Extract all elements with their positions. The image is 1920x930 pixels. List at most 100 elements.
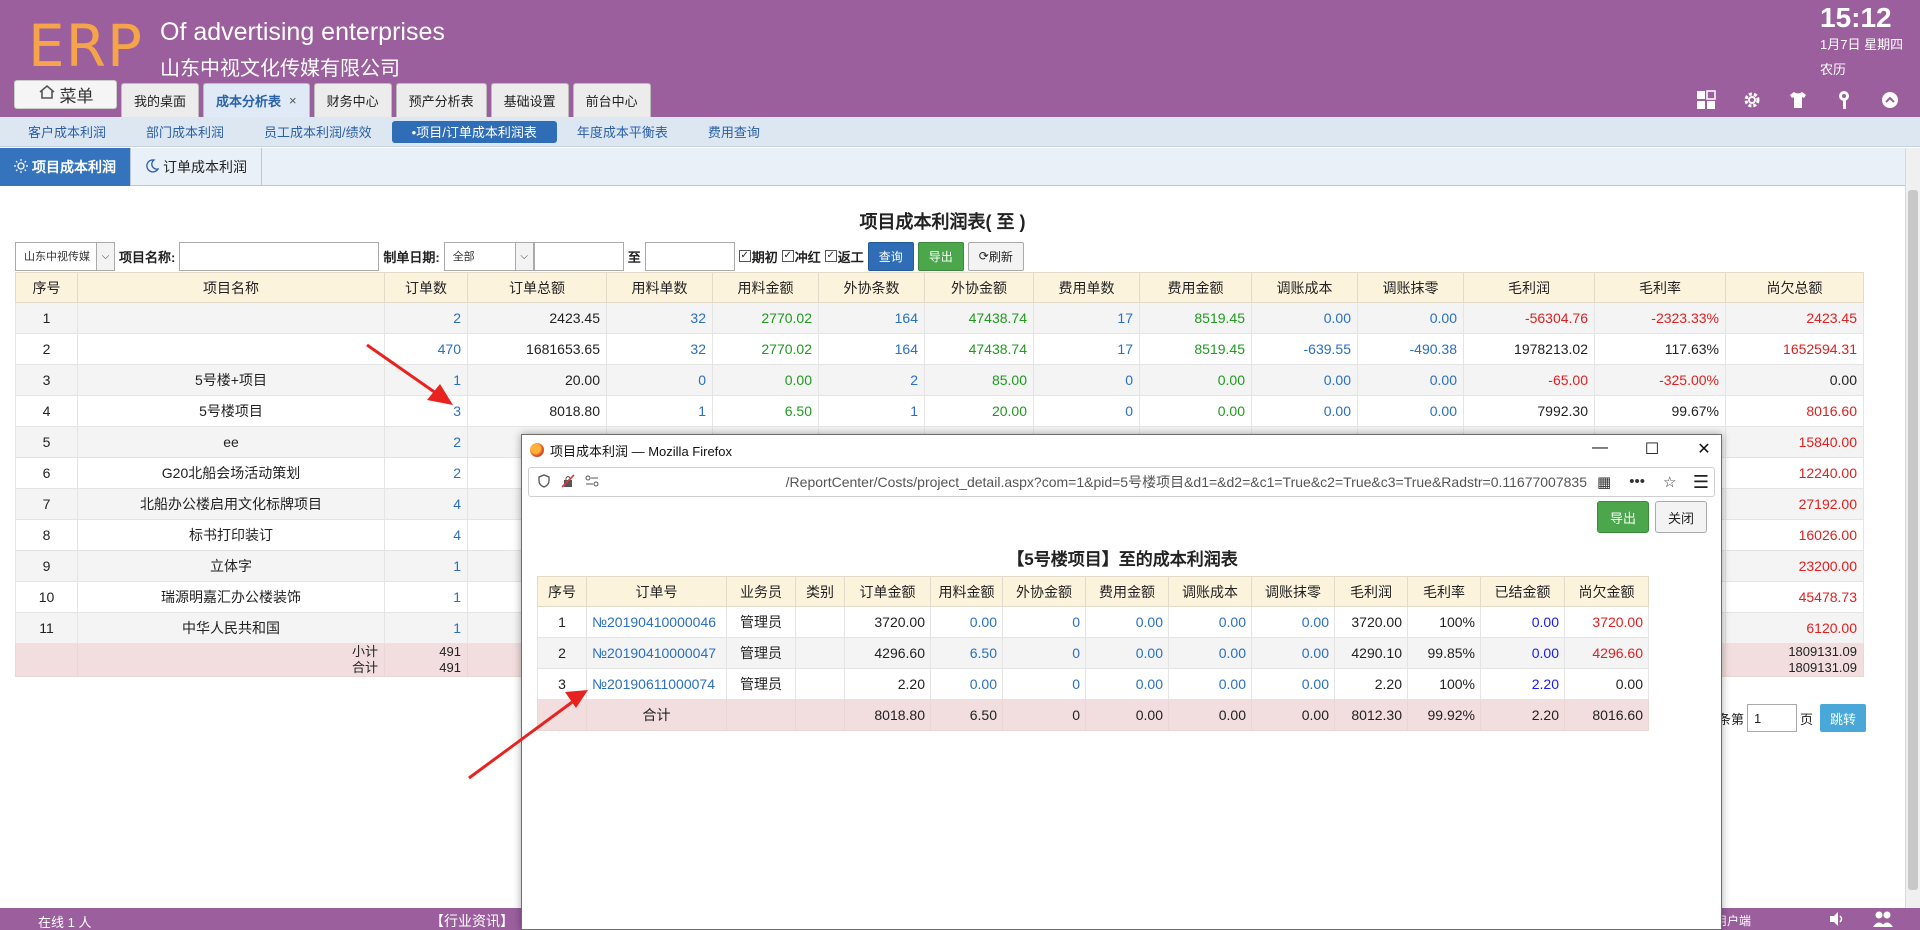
order-count-link[interactable]: 470 [384,333,468,365]
end-date-input[interactable] [644,241,735,271]
insecure-lock-icon[interactable] [561,473,575,491]
order-count-link[interactable]: 2 [384,302,468,334]
column-header[interactable]: 外协金额 [924,272,1034,303]
column-header[interactable]: 调账成本 [1168,576,1252,607]
order-count-link[interactable]: 4 [384,488,468,520]
tab-project-profit[interactable]: 项目成本利润 [0,148,131,186]
subnav-annual-balance[interactable]: 年度成本平衡表 [557,121,688,143]
order-number-link[interactable]: №20190410000047 [586,637,727,669]
hamburger-menu-icon[interactable]: ☰ [1693,472,1709,493]
checkbox-opening[interactable]: ✓ 期初 [738,247,778,266]
table-row[interactable]: 1 №20190410000046 管理员 3720.00 0.00 0 0.00 0.00 0… [537,606,1649,638]
column-header[interactable]: 费用金额 [1139,272,1252,303]
tab-finance-center[interactable]: 财务中心 [313,83,392,117]
column-header[interactable]: 序号 [15,272,78,303]
checkbox-reversal[interactable]: ✓ 冲红 [781,247,821,266]
maximize-button[interactable]: ☐ [1641,439,1663,459]
key-icon[interactable] [1832,88,1856,112]
column-header[interactable]: 订单金额 [844,576,931,607]
column-header[interactable]: 已结金额 [1480,576,1565,607]
column-header[interactable]: 订单号 [586,576,727,607]
column-header[interactable]: 用料单数 [606,272,713,303]
chevron-up-icon[interactable] [1878,88,1902,112]
date-type-select[interactable]: 全部 ⌵ [443,241,534,271]
export-button[interactable]: 导出 [917,241,964,271]
order-count-link[interactable]: 1 [384,612,468,644]
users-icon[interactable] [1872,910,1894,930]
qr-code-icon[interactable]: ▦ [1597,473,1611,491]
jump-button[interactable]: 跳转 [1820,704,1867,732]
gear-icon[interactable] [1740,88,1764,112]
column-header[interactable]: 项目名称 [77,272,385,303]
tab-cost-analysis[interactable]: 成本分析表 × [203,83,310,117]
order-number-link[interactable]: №20190611000074 [586,668,727,700]
subnav-project-order-profit[interactable]: •项目/订单成本利润表 [391,120,557,143]
column-header[interactable]: 外协金额 [1002,576,1086,607]
column-header[interactable]: 调账抹零 [1251,576,1335,607]
table-row[interactable]: 4 5号楼项目 3 8018.80 1 6.50 1 20.00 0 0.00 0.00 0.00 79… [15,395,1864,427]
address-bar[interactable]: /ReportCenter/Costs/project_detail.aspx?… [528,467,1715,497]
subnav-customer-profit[interactable]: 客户成本利润 [8,121,126,143]
order-count-link[interactable]: 1 [384,364,468,396]
column-header[interactable]: 用料金额 [930,576,1003,607]
window-titlebar[interactable]: 项目成本利润 — Mozilla Firefox — ☐ ✕ [522,435,1721,465]
order-count-link[interactable]: 4 [384,519,468,551]
column-header[interactable]: 毛利润 [1463,272,1595,303]
column-header[interactable]: 尚欠金额 [1564,576,1649,607]
order-count-link[interactable]: 2 [384,457,468,489]
shield-icon[interactable] [537,473,551,491]
column-header[interactable]: 费用单数 [1033,272,1140,303]
start-date-input[interactable] [533,241,624,271]
page-scrollbar[interactable] [1905,148,1920,908]
checkbox-rework[interactable]: ✓ 返工 [824,247,864,266]
order-count-link[interactable]: 3 [384,395,468,427]
column-header[interactable]: 尚欠总额 [1725,272,1864,303]
table-row[interactable]: 2 470 1681653.65 32 2770.02 164 47438.74 17 8519… [15,333,1864,365]
order-count-link[interactable]: 2 [384,426,468,458]
scrollbar-thumb[interactable] [1908,190,1918,890]
shirt-icon[interactable] [1786,88,1810,112]
close-tab-icon[interactable]: × [289,93,297,108]
more-actions-icon[interactable]: ••• [1629,473,1645,491]
table-row[interactable]: 3 №20190611000074 管理员 2.20 0.00 0 0.00 0.00 0.00… [537,668,1649,700]
tab-production-analysis[interactable]: 预产分析表 [395,83,487,117]
column-header[interactable]: 费用金额 [1085,576,1169,607]
column-header[interactable]: 订单总额 [467,272,607,303]
order-count-link[interactable]: 1 [384,550,468,582]
table-row[interactable]: 3 5号楼+项目 1 20.00 0 0.00 2 85.00 0 0.00 0.00 0.00 -65… [15,364,1864,396]
column-header[interactable]: 类别 [795,576,845,607]
tab-my-desktop[interactable]: 我的桌面 [121,83,200,117]
column-header[interactable]: 订单数 [384,272,468,303]
table-row[interactable]: 2 №20190410000047 管理员 4296.60 6.50 0 0.00 0.00 0… [537,637,1649,669]
popup-export-button[interactable]: 导出 [1596,501,1649,533]
industry-news-link[interactable]: 【行业资讯】 [430,911,514,930]
url-text[interactable]: /ReportCenter/Costs/project_detail.aspx?… [717,472,1587,492]
order-count-link[interactable]: 1 [384,581,468,613]
speaker-icon[interactable] [1828,911,1846,930]
tab-basic-settings[interactable]: 基础设置 [490,83,569,117]
column-header[interactable]: 序号 [537,576,587,607]
bookmark-star-icon[interactable]: ☆ [1663,473,1676,491]
minimize-button[interactable]: — [1589,439,1611,459]
column-header[interactable]: 调账成本 [1251,272,1358,303]
menu-button[interactable]: 菜单 [14,80,117,109]
company-select[interactable]: 山东中视传媒 ⌵ [15,241,115,271]
popup-close-button[interactable]: 关闭 [1654,501,1707,533]
tab-order-profit[interactable]: 订单成本利润 [131,148,262,186]
column-header[interactable]: 毛利率 [1594,272,1726,303]
refresh-button[interactable]: ⟳ 刷新 [967,241,1024,271]
permissions-icon[interactable] [585,474,599,491]
subnav-expense-query[interactable]: 费用查询 [688,121,780,143]
order-number-link[interactable]: №20190410000046 [586,606,727,638]
subnav-department-profit[interactable]: 部门成本利润 [126,121,244,143]
page-number-input[interactable]: 1 [1747,704,1798,732]
query-button[interactable]: 查询 [867,241,914,271]
column-header[interactable]: 外协条数 [818,272,925,303]
column-header[interactable]: 毛利润 [1334,576,1408,607]
project-name-input[interactable] [179,241,380,271]
column-header[interactable]: 业务员 [726,576,796,607]
tab-front-center[interactable]: 前台中心 [572,83,651,117]
column-header[interactable]: 用料金额 [712,272,819,303]
grid-icon[interactable] [1694,88,1718,112]
subnav-employee-profit[interactable]: 员工成本利润/绩效 [244,121,392,143]
